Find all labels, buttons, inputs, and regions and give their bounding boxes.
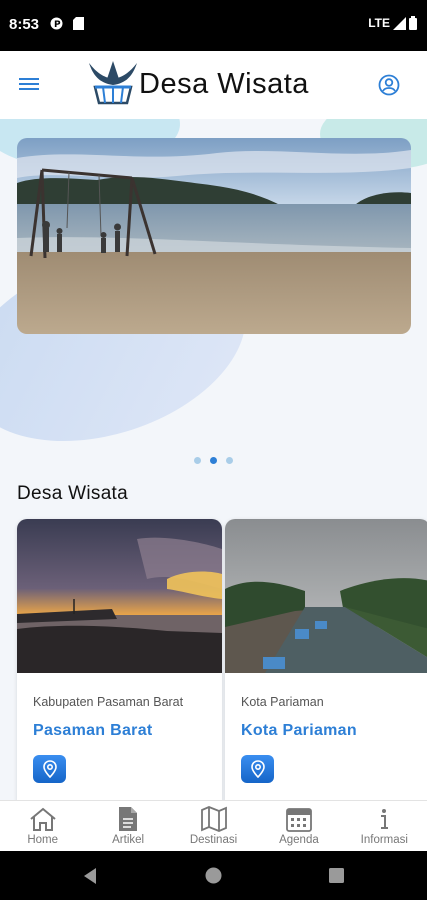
location-button[interactable] xyxy=(33,755,66,783)
bottom-navigation: Home Artikel Destinasi Agenda Informasi xyxy=(0,800,427,852)
nav-informasi[interactable]: Informasi xyxy=(342,801,427,852)
info-icon xyxy=(381,809,389,829)
home-icon xyxy=(30,807,56,831)
sd-card-icon xyxy=(73,17,84,30)
nav-artikel[interactable]: Artikel xyxy=(85,801,170,852)
destination-photo xyxy=(17,519,222,673)
back-icon[interactable] xyxy=(82,867,98,885)
carousel-dot[interactable] xyxy=(226,457,233,464)
battery-icon xyxy=(409,16,417,30)
network-type: LTE xyxy=(368,16,390,30)
signal-icon xyxy=(393,16,406,30)
nav-label: Agenda xyxy=(279,834,319,846)
home-circle-icon[interactable] xyxy=(205,867,222,884)
svg-text:P: P xyxy=(54,20,61,30)
nav-agenda[interactable]: Agenda xyxy=(256,801,341,852)
status-time: 8:53 xyxy=(9,16,40,33)
nav-label: Informasi xyxy=(360,834,408,846)
map-icon xyxy=(200,806,227,832)
recents-icon[interactable] xyxy=(329,868,344,883)
location-pin-icon xyxy=(250,760,265,778)
status-bar: 8:53 P LTE xyxy=(0,0,427,51)
section-title: Desa Wisata xyxy=(17,483,129,504)
carousel-dot-active[interactable] xyxy=(210,457,217,464)
carousel-dot[interactable] xyxy=(194,457,201,464)
profile-icon[interactable] xyxy=(378,74,400,96)
nav-label: Artikel xyxy=(112,834,145,846)
card-region: Kota Pariaman xyxy=(241,695,324,709)
carousel-indicator[interactable] xyxy=(194,457,233,464)
app-notification-icon: P xyxy=(50,17,63,30)
menu-icon[interactable] xyxy=(19,75,39,93)
card-title[interactable]: Pasaman Barat xyxy=(33,722,153,740)
nav-label: Destinasi xyxy=(189,834,238,846)
nav-destinasi[interactable]: Destinasi xyxy=(171,801,256,852)
logo-icon xyxy=(89,61,137,105)
destination-card[interactable]: Kabupaten Pasaman Barat Pasaman Barat xyxy=(17,519,222,800)
location-pin-icon xyxy=(42,760,57,778)
app-bar: Desa Wisata xyxy=(0,51,427,119)
document-icon xyxy=(119,807,138,831)
carousel-banner-image[interactable] xyxy=(17,138,411,334)
system-navigation-bar xyxy=(0,851,427,900)
calendar-icon xyxy=(286,808,312,832)
main-content[interactable]: Desa Wisata Kabupaten Pasaman Barat Pasa… xyxy=(0,119,427,800)
nav-home[interactable]: Home xyxy=(0,801,85,852)
location-button[interactable] xyxy=(241,755,274,783)
destination-card[interactable]: Kota Pariaman Kota Pariaman xyxy=(225,519,427,800)
card-region: Kabupaten Pasaman Barat xyxy=(33,695,184,709)
destination-photo xyxy=(225,519,427,673)
app-title: Desa Wisata xyxy=(139,68,309,100)
card-title[interactable]: Kota Pariaman xyxy=(241,722,357,740)
nav-label: Home xyxy=(27,834,59,846)
